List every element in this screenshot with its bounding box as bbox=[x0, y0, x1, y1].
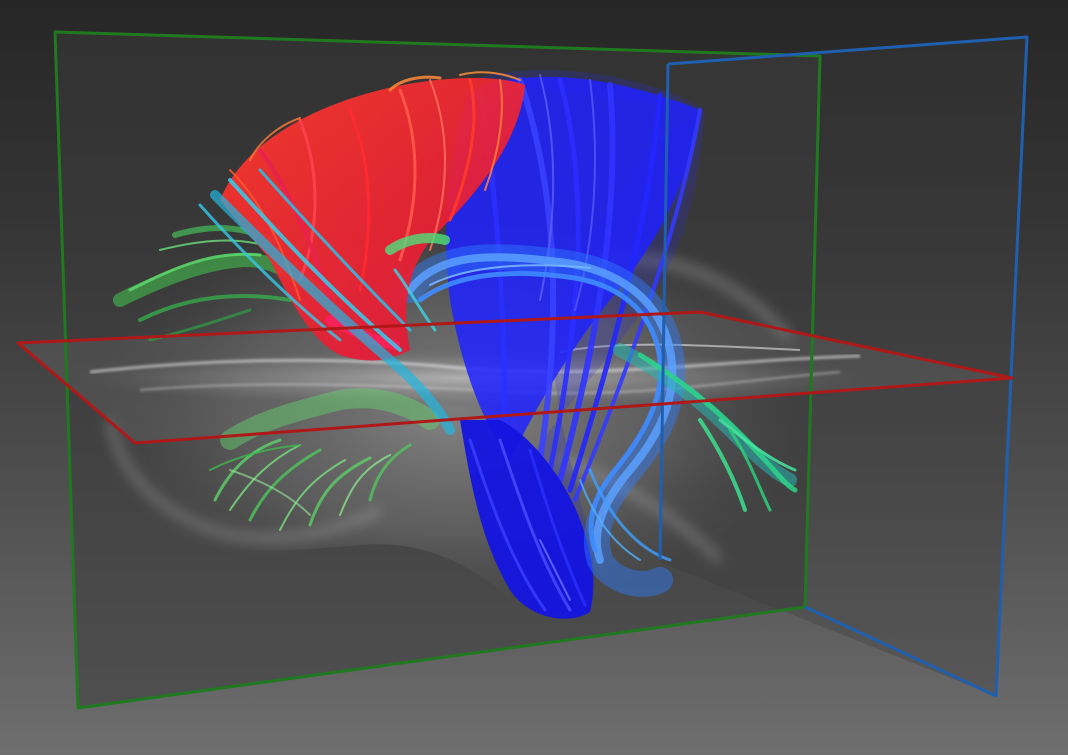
3d-tractography-viewport[interactable] bbox=[0, 0, 1068, 755]
tractography-scene[interactable] bbox=[0, 0, 1068, 755]
